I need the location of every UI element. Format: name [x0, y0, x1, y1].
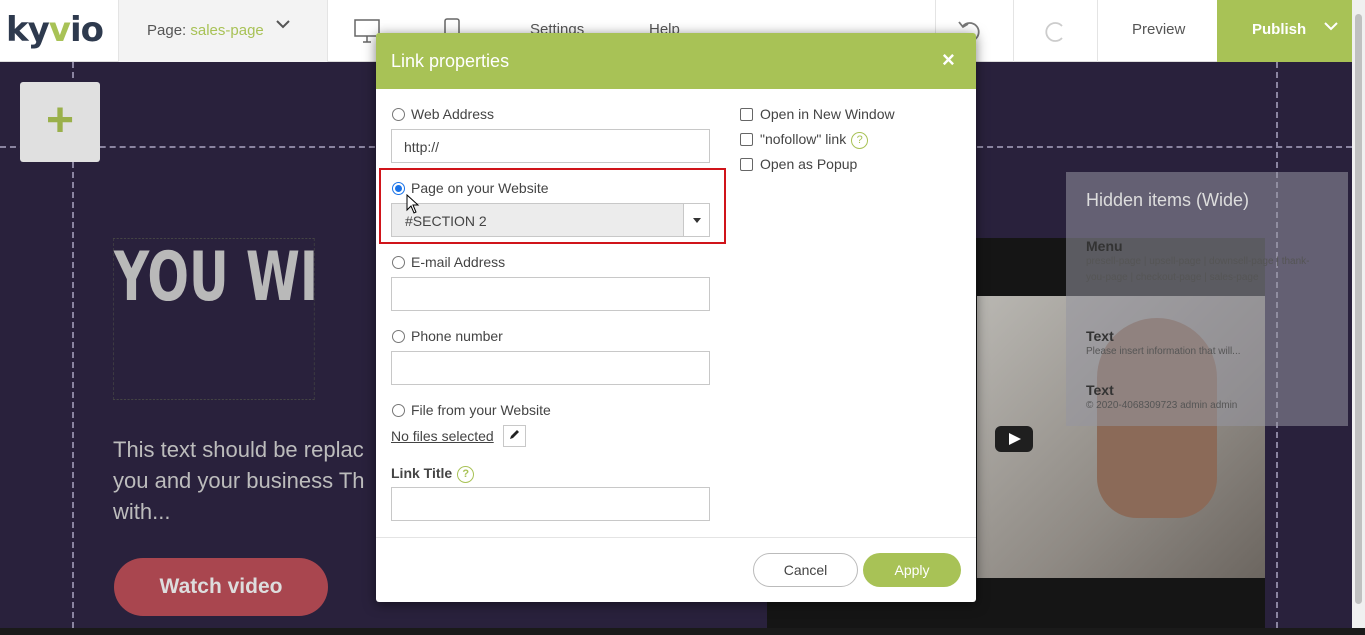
popup-checkbox[interactable] — [740, 158, 753, 171]
hidden-items-title: Hidden items (Wide) — [1086, 190, 1250, 210]
nofollow-label: "nofollow" link? — [760, 131, 869, 149]
toolbar-divider — [1097, 0, 1098, 62]
popup-label: Open as Popup — [760, 156, 858, 172]
hidden-item[interactable]: Text Please insert information that will… — [1086, 328, 1326, 360]
nofollow-checkbox[interactable] — [740, 133, 753, 146]
file-radio[interactable] — [392, 404, 405, 417]
publish-label: Publish — [1252, 21, 1307, 38]
hidden-items-panel: Hidden items (Wide) Menu presell-page | … — [1066, 172, 1348, 426]
email-radio[interactable] — [392, 256, 405, 269]
highlight-box — [379, 168, 726, 244]
no-files-link[interactable]: No files selected — [391, 428, 494, 444]
app-root: + YOU WILL LATEST... This text should be… — [0, 0, 1365, 635]
phone-radio[interactable] — [392, 330, 405, 343]
chevron-down-icon[interactable] — [1323, 18, 1339, 39]
scrollbar-thumb[interactable] — [1355, 14, 1362, 604]
redo-icon[interactable] — [1040, 16, 1070, 46]
hidden-item-name: Text — [1086, 328, 1114, 344]
hidden-item[interactable]: Text © 2020-4068309723 admin admin — [1086, 382, 1326, 414]
email-input[interactable] — [391, 277, 710, 311]
hero-body-text[interactable]: This text should be replac you and your … — [113, 434, 383, 524]
mouse-cursor-icon — [406, 193, 420, 214]
toolbar-divider — [1013, 0, 1014, 62]
cancel-button[interactable]: Cancel — [753, 553, 858, 587]
pencil-icon[interactable] — [503, 425, 526, 447]
close-icon[interactable]: × — [942, 47, 955, 73]
phone-input[interactable] — [391, 351, 710, 385]
page-selector-label: Page: sales-page — [147, 22, 264, 39]
phone-label: Phone number — [411, 328, 503, 344]
link-title-text: Link Title — [391, 465, 453, 481]
web-address-input[interactable]: http:// — [391, 129, 710, 163]
link-title-input[interactable] — [391, 487, 710, 521]
apply-button[interactable]: Apply — [863, 553, 961, 587]
email-label: E-mail Address — [411, 254, 506, 270]
hidden-item[interactable]: Menu presell-page | upsell-page | downse… — [1086, 238, 1326, 286]
hidden-item-detail: presell-page | upsell-page | downsell-pa… — [1086, 256, 1310, 283]
logo-part: v — [48, 10, 71, 50]
play-icon[interactable] — [995, 426, 1033, 452]
dialog-header: Link properties × — [376, 33, 976, 89]
web-address-label: Web Address — [411, 106, 495, 122]
hero-headline[interactable]: YOU WILL LATEST... — [113, 238, 315, 400]
logo-part: ky — [6, 10, 50, 50]
bottom-edge — [0, 628, 1365, 635]
web-address-radio[interactable] — [392, 108, 405, 121]
publish-button[interactable]: Publish — [1217, 0, 1352, 62]
page-value: sales-page — [190, 22, 264, 39]
link-title-label: Link Title? — [391, 465, 475, 483]
help-icon[interactable]: ? — [851, 131, 869, 149]
dialog-title: Link properties — [391, 51, 510, 71]
new-window-label: Open in New Window — [760, 106, 895, 122]
hidden-item-detail: Please insert information that will... — [1086, 346, 1241, 357]
hidden-item-detail: © 2020-4068309723 admin admin — [1086, 400, 1238, 411]
watch-video-button[interactable]: Watch video — [114, 558, 328, 616]
kyvio-logo[interactable]: kyvio — [6, 10, 104, 50]
link-properties-dialog: Link properties × Web Address http:// Pa… — [376, 33, 976, 602]
chevron-down-icon — [275, 16, 291, 37]
hidden-item-name: Text — [1086, 382, 1114, 398]
dialog-footer-divider — [376, 537, 976, 538]
nofollow-text: "nofollow" link — [760, 131, 847, 147]
page-label: Page: — [147, 22, 187, 39]
preview-button[interactable]: Preview — [1132, 21, 1185, 38]
help-icon[interactable]: ? — [457, 465, 475, 483]
hidden-item-name: Menu — [1086, 238, 1123, 254]
page-selector[interactable]: Page: sales-page — [118, 0, 328, 62]
page-scrollbar[interactable] — [1352, 0, 1365, 628]
add-element-button[interactable]: + — [20, 82, 100, 162]
file-label: File from your Website — [411, 402, 551, 418]
new-window-checkbox[interactable] — [740, 108, 753, 121]
logo-part: io — [69, 10, 104, 50]
